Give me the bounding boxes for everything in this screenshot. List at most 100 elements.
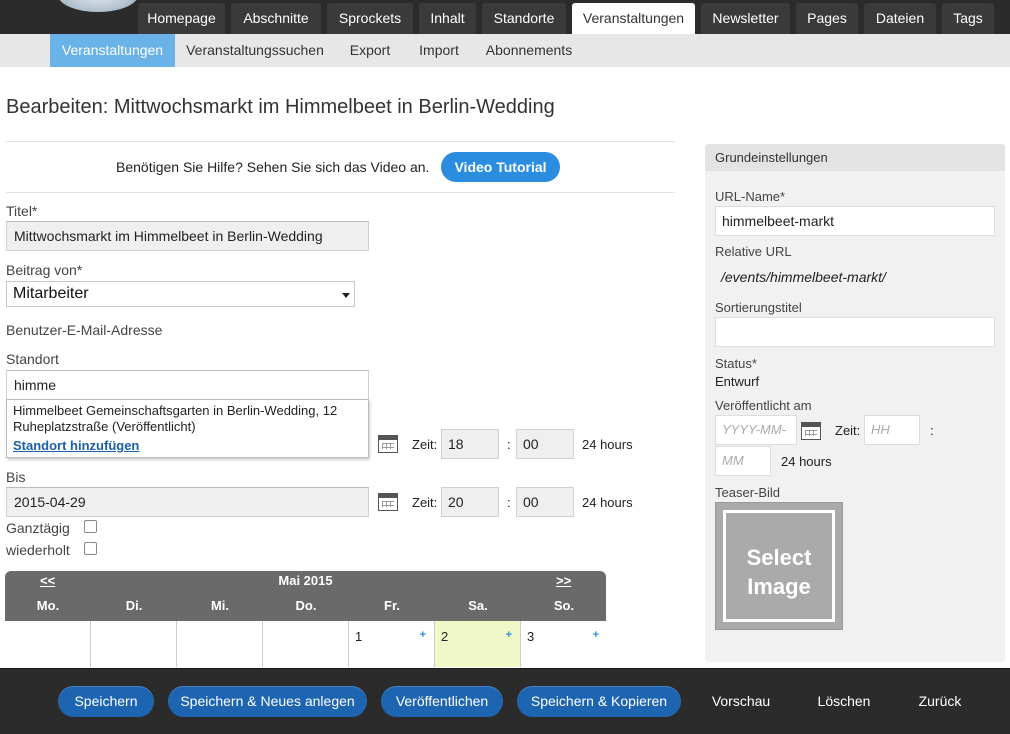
calendar-icon[interactable] bbox=[378, 493, 398, 511]
author-select[interactable]: Mitarbeiter bbox=[6, 281, 355, 307]
calendar-header: << Mai 2015 >> Mo. Di. Mi. Do. Fr. Sa. S… bbox=[5, 571, 606, 621]
tab-standorte[interactable]: Standorte bbox=[482, 3, 566, 34]
settings-panel: Grundeinstellungen URL-Name* himmelbeet-… bbox=[705, 144, 1005, 662]
tab-veranstaltungen[interactable]: Veranstaltungen bbox=[572, 3, 695, 34]
calendar-day bbox=[5, 621, 91, 667]
add-event-icon[interactable]: + bbox=[420, 629, 426, 641]
day-number: 3 bbox=[527, 629, 535, 644]
published-hour-input[interactable]: HH bbox=[864, 415, 920, 445]
weekday-label: Fr. bbox=[384, 598, 400, 613]
author-label: Beitrag von* bbox=[6, 262, 83, 278]
published-time-label: Zeit: bbox=[835, 423, 861, 438]
tab-newsletter[interactable]: Newsletter bbox=[701, 3, 790, 34]
calendar-day-today[interactable]: 2 + bbox=[435, 621, 521, 667]
sort-title-input[interactable] bbox=[715, 317, 995, 347]
weekday-label: Do. bbox=[295, 598, 317, 613]
subtab-abonnements[interactable]: Abonnements bbox=[480, 34, 578, 67]
video-tutorial-button[interactable]: Video Tutorial bbox=[441, 152, 560, 182]
subtab-export[interactable]: Export bbox=[340, 34, 400, 67]
to-label: Bis bbox=[6, 469, 26, 485]
published-minute-input[interactable]: MM bbox=[715, 446, 771, 476]
teaser-label: Teaser-Bild bbox=[715, 485, 781, 500]
email-label: Benutzer-E-Mail-Adresse bbox=[6, 322, 163, 338]
teaser-image-picker[interactable]: Select Image bbox=[715, 502, 843, 630]
top-nav: Homepage Abschnitte Sprockets Inhalt Sta… bbox=[0, 0, 1010, 34]
time-separator: : bbox=[930, 423, 934, 438]
day-number: 1 bbox=[355, 629, 363, 644]
panel-heading: Grundeinstellungen bbox=[705, 144, 1005, 171]
add-event-icon[interactable]: + bbox=[506, 629, 512, 641]
location-label: Standort bbox=[6, 351, 59, 367]
subtab-veranstaltungen[interactable]: Veranstaltungen bbox=[50, 34, 175, 67]
select-image-button[interactable]: Select Image bbox=[723, 510, 835, 622]
from-time-label: Zeit: bbox=[412, 437, 438, 452]
tab-tags[interactable]: Tags bbox=[942, 3, 994, 34]
repeat-checkbox[interactable] bbox=[84, 542, 97, 555]
calendar-day bbox=[263, 621, 349, 667]
day-number: 2 bbox=[441, 629, 449, 644]
location-input[interactable]: himme bbox=[6, 370, 369, 400]
url-name-input[interactable]: himmelbeet-markt bbox=[715, 206, 995, 236]
weekday-label: Mi. bbox=[210, 598, 230, 613]
sub-nav: Veranstaltungen Veranstaltungssuchen Exp… bbox=[0, 34, 1010, 67]
weekday-label: Sa. bbox=[468, 598, 488, 613]
published-label: Veröffentlicht am bbox=[715, 398, 812, 413]
relative-url-value: /events/himmelbeet-markt/ bbox=[721, 269, 886, 285]
tab-abschnitte[interactable]: Abschnitte bbox=[231, 3, 321, 34]
save-and-copy-button[interactable]: Speichern & Kopieren bbox=[517, 686, 681, 717]
allday-label: Ganztägig bbox=[6, 520, 70, 536]
calendar-day[interactable]: 3 + bbox=[521, 621, 607, 667]
from-minute-input[interactable]: 00 bbox=[516, 429, 574, 459]
url-name-label: URL-Name* bbox=[715, 189, 786, 204]
publish-button[interactable]: Veröffentlichen bbox=[381, 686, 503, 717]
add-event-icon[interactable]: + bbox=[593, 629, 599, 641]
footer-actions: Speichern Speichern & Neues anlegen Verö… bbox=[0, 668, 1010, 734]
from-24-hours-label: 24 hours bbox=[582, 437, 633, 452]
page-title: Bearbeiten: Mittwochsmarkt im Himmelbeet… bbox=[6, 96, 555, 118]
calendar-next-link[interactable]: >> bbox=[556, 573, 571, 588]
repeat-label: wiederholt bbox=[6, 542, 70, 558]
calendar-day bbox=[91, 621, 177, 667]
time-separator: : bbox=[507, 437, 511, 452]
author-select-value: Mitarbeiter bbox=[13, 285, 89, 302]
title-input[interactable]: Mittwochsmarkt im Himmelbeet in Berlin-W… bbox=[6, 221, 369, 251]
allday-checkbox[interactable] bbox=[84, 520, 97, 533]
save-and-new-button[interactable]: Speichern & Neues anlegen bbox=[168, 686, 367, 717]
delete-link[interactable]: Löschen bbox=[805, 686, 883, 717]
tab-pages[interactable]: Pages bbox=[796, 3, 858, 34]
to-hour-input[interactable]: 20 bbox=[441, 487, 499, 517]
tab-sprockets[interactable]: Sprockets bbox=[327, 3, 413, 34]
to-minute-input[interactable]: 00 bbox=[516, 487, 574, 517]
time-separator: : bbox=[507, 495, 511, 510]
tab-homepage[interactable]: Homepage bbox=[138, 3, 225, 34]
subtab-veranstaltungssuchen[interactable]: Veranstaltungssuchen bbox=[182, 34, 328, 67]
calendar: << Mai 2015 >> Mo. Di. Mi. Do. Fr. Sa. S… bbox=[5, 571, 607, 667]
calendar-icon[interactable] bbox=[378, 435, 398, 453]
weekday-label: Di. bbox=[125, 598, 143, 613]
from-hour-input[interactable]: 18 bbox=[441, 429, 499, 459]
tab-inhalt[interactable]: Inhalt bbox=[419, 3, 476, 34]
status-label: Status* bbox=[715, 356, 757, 371]
tab-dateien[interactable]: Dateien bbox=[864, 3, 936, 34]
subtab-import[interactable]: Import bbox=[410, 34, 468, 67]
title-label: Titel* bbox=[6, 203, 38, 219]
preview-link[interactable]: Vorschau bbox=[700, 686, 782, 717]
status-value: Entwurf bbox=[715, 374, 760, 389]
weekday-label: So. bbox=[553, 598, 575, 613]
help-bar: Benötigen Sie Hilfe? Sehen Sie sich das … bbox=[6, 141, 675, 193]
logo-cloud-icon bbox=[58, 0, 138, 12]
sort-title-label: Sortierungstitel bbox=[715, 300, 802, 315]
add-location-link[interactable]: Standort hinzufügen bbox=[13, 438, 362, 454]
calendar-icon[interactable] bbox=[801, 422, 821, 440]
to-date-input[interactable]: 2015-04-29 bbox=[6, 487, 369, 517]
calendar-day[interactable]: 1 + bbox=[349, 621, 435, 667]
weekday-label: Mo. bbox=[36, 598, 60, 613]
autocomplete-item[interactable]: Himmelbeet Gemeinschaftsgarten in Berlin… bbox=[13, 403, 362, 435]
back-link[interactable]: Zurück bbox=[905, 686, 975, 717]
save-button[interactable]: Speichern bbox=[58, 686, 154, 717]
published-date-input[interactable]: YYYY-MM- bbox=[715, 415, 797, 445]
published-24-hours-label: 24 hours bbox=[781, 454, 832, 469]
relative-url-label: Relative URL bbox=[715, 244, 792, 259]
chevron-down-icon bbox=[342, 293, 350, 298]
calendar-day bbox=[177, 621, 263, 667]
